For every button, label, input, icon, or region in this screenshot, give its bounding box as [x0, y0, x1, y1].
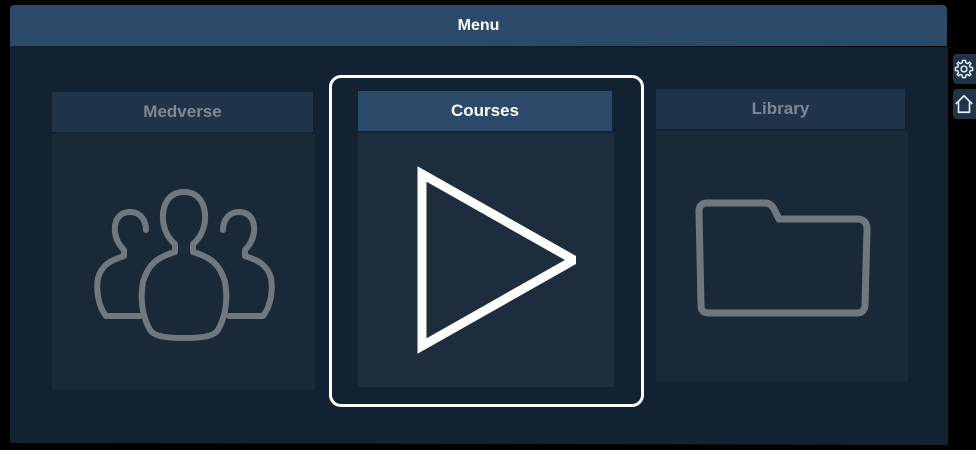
folder-icon: [695, 199, 871, 316]
home-icon: [955, 94, 973, 114]
menu-title-bar: Menu: [10, 5, 947, 46]
menu-title: Menu: [457, 16, 500, 34]
play-icon: [417, 166, 576, 354]
settings-button[interactable]: [953, 54, 976, 84]
library-card-label: Library: [751, 99, 810, 118]
library-card-header: Library: [656, 89, 905, 129]
people-group-icon: [93, 189, 275, 341]
courses-card-header: Courses: [358, 91, 612, 131]
courses-card-body[interactable]: [358, 133, 614, 387]
library-card-body[interactable]: [656, 131, 908, 382]
medverse-card-body[interactable]: [52, 134, 315, 390]
medverse-card-label: Medverse: [143, 102, 222, 121]
courses-card-label: Courses: [450, 101, 520, 120]
medverse-card-header: Medverse: [52, 92, 313, 132]
home-button[interactable]: [953, 89, 976, 119]
gear-icon: [954, 59, 974, 79]
